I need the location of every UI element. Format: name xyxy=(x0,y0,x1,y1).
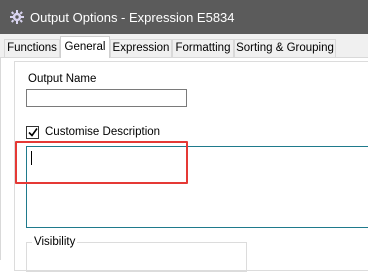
tab-general[interactable]: General xyxy=(60,36,110,58)
tab-sorting-grouping[interactable]: Sorting & Grouping xyxy=(234,39,336,57)
window-title: Output Options - Expression E5834 xyxy=(30,9,235,25)
highlight-box xyxy=(15,141,188,184)
checkmark-icon xyxy=(28,128,38,137)
visibility-label: Visibility xyxy=(32,236,78,248)
gear-icon xyxy=(8,8,26,26)
output-name-label: Output Name xyxy=(28,73,97,85)
output-name-input[interactable] xyxy=(26,89,187,107)
tab-strip: Functions General Expression Formatting … xyxy=(0,34,368,58)
tab-expression[interactable]: Expression xyxy=(110,39,172,57)
tab-functions[interactable]: Functions xyxy=(4,39,60,57)
customise-description-checkbox[interactable] xyxy=(26,126,39,139)
title-bar: Output Options - Expression E5834 xyxy=(0,0,368,34)
customise-description-label[interactable]: Customise Description xyxy=(45,126,160,138)
tab-formatting[interactable]: Formatting xyxy=(172,39,234,57)
